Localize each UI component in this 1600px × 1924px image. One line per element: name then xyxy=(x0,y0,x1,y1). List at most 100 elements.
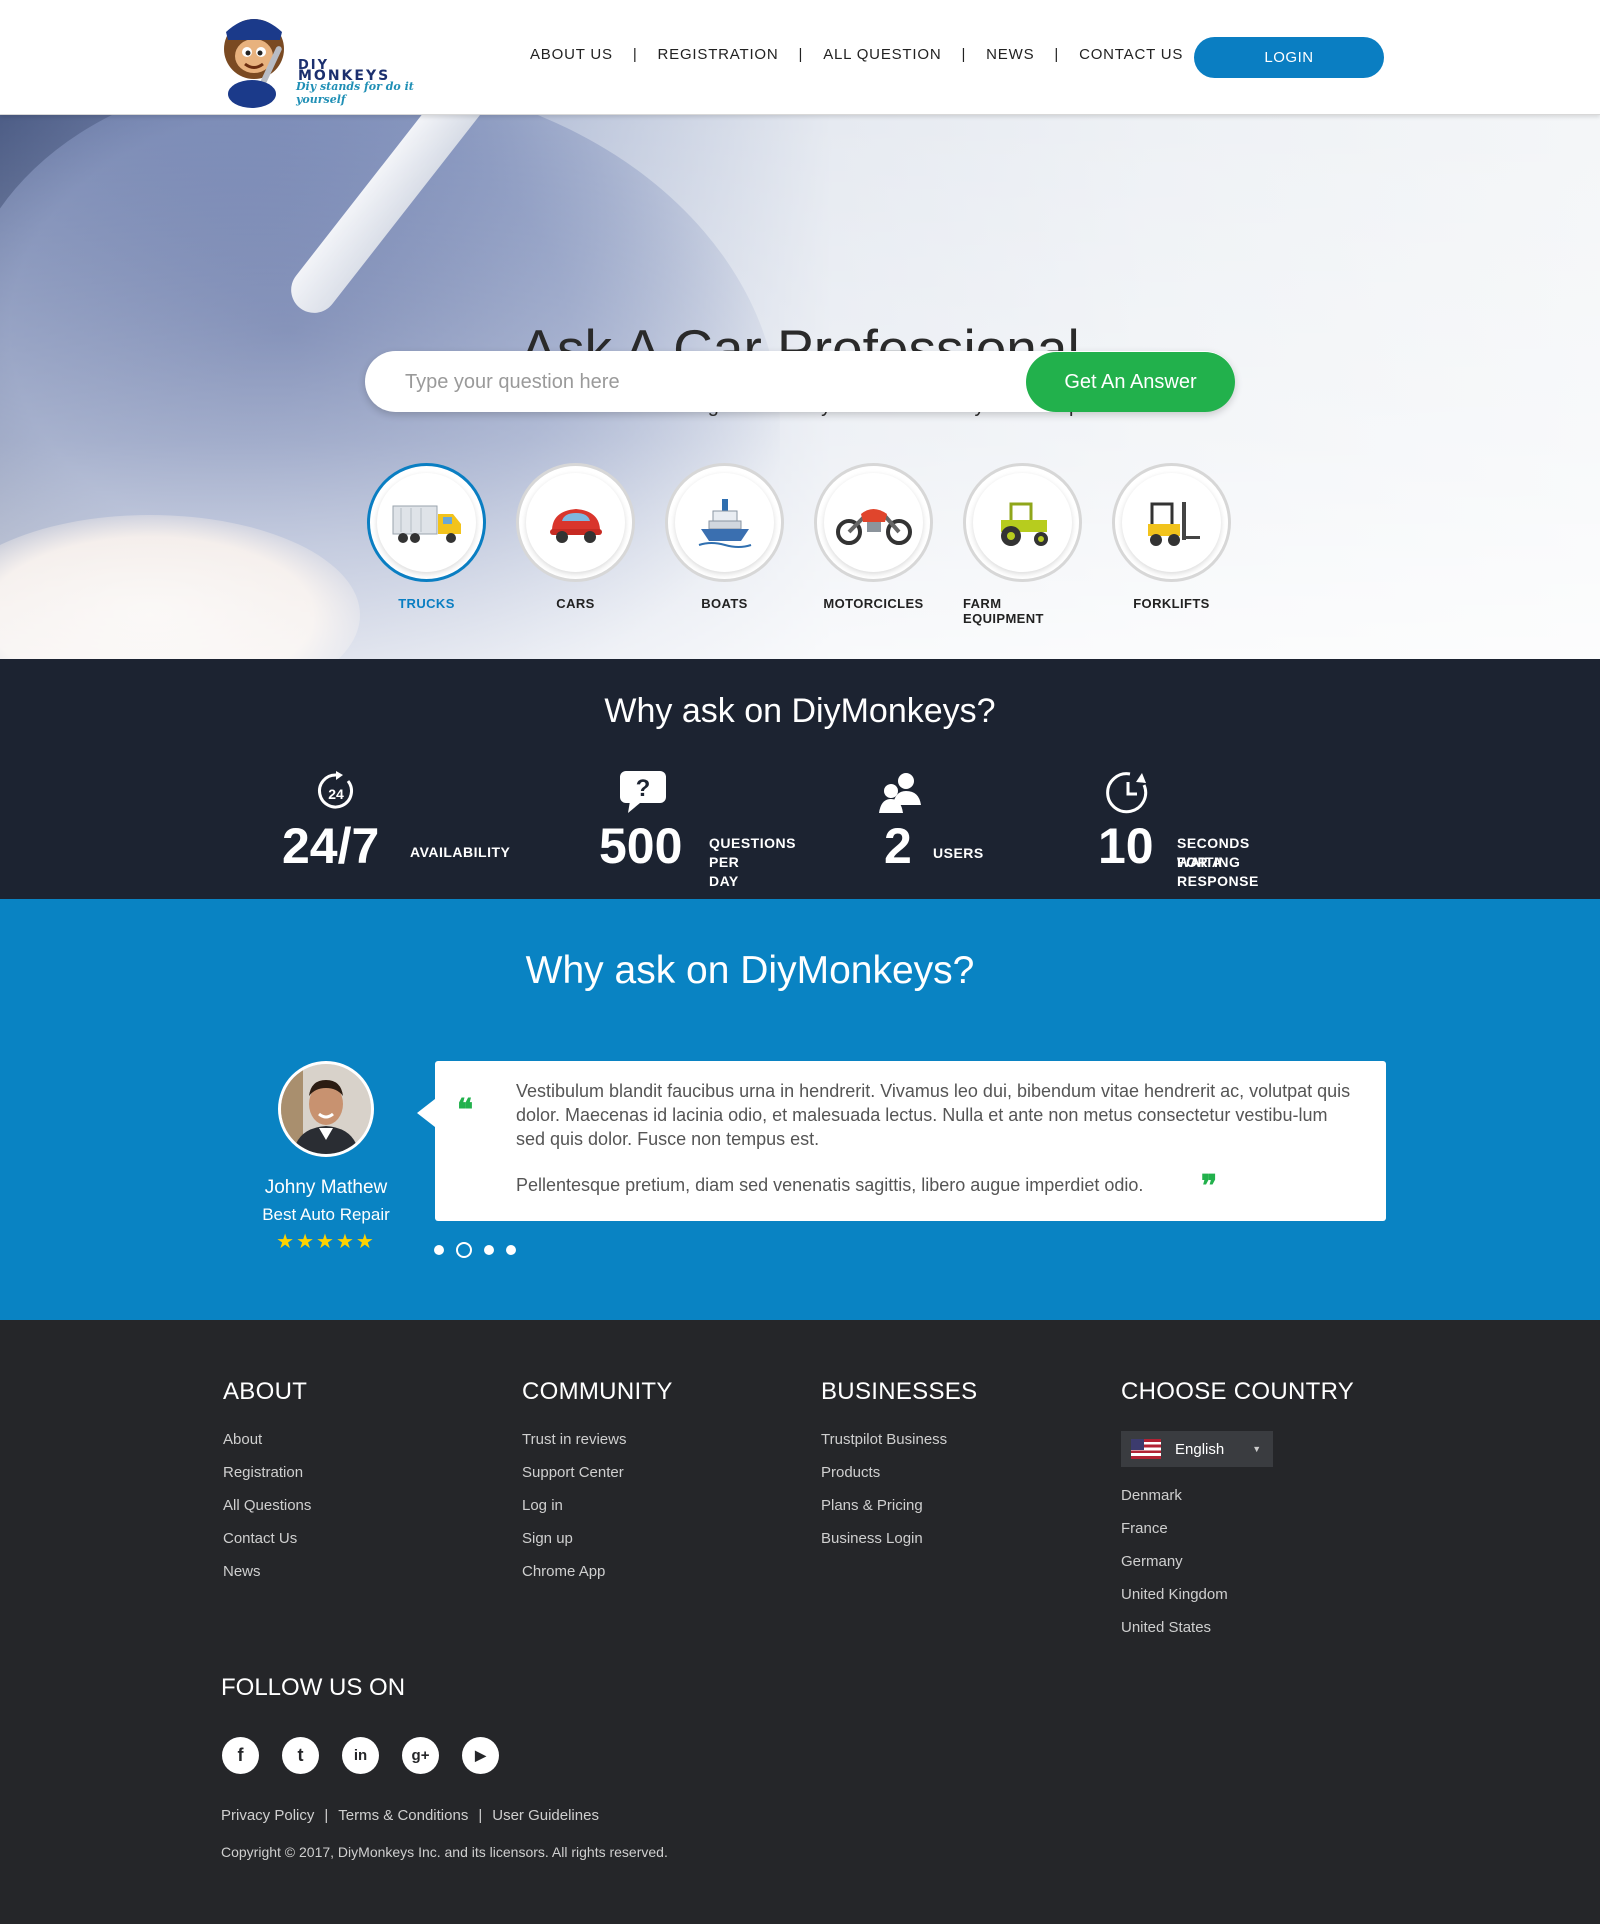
us-flag-icon xyxy=(1131,1439,1161,1459)
footer-link-business-login[interactable]: Business Login xyxy=(821,1530,977,1547)
language-selected: English xyxy=(1175,1440,1225,1458)
boat-icon xyxy=(698,498,751,548)
footer-link-about[interactable]: About xyxy=(223,1431,311,1448)
close-quote-icon: ❞ xyxy=(1201,1169,1218,1204)
site-header: DIY MONKEYS Diy stands for do it yoursel… xyxy=(0,0,1600,115)
legal-links: Privacy Policy | Terms & Conditions | User G… xyxy=(221,1807,599,1824)
question-input[interactable] xyxy=(405,365,1005,399)
login-button[interactable]: LOGIN xyxy=(1194,37,1384,78)
footer-link-contact-us[interactable]: Contact Us xyxy=(223,1530,311,1547)
stats-section: Why ask on DiyMonkeys? 24 24/7 AVAILABIL… xyxy=(0,659,1600,899)
terms-link[interactable]: Terms & Conditions xyxy=(338,1807,468,1824)
footer-heading: ABOUT xyxy=(223,1378,308,1405)
stat-label: FOR A RESPONSE xyxy=(1177,854,1259,889)
footer-link-log-in[interactable]: Log in xyxy=(522,1497,673,1514)
category-label: FARM EQUIPMENT xyxy=(963,596,1044,626)
24-hours-icon: 24 xyxy=(318,771,353,809)
privacy-policy-link[interactable]: Privacy Policy xyxy=(221,1807,314,1824)
category-list: TRUCKS CARS BOATS MOTORCICLES FARM EQUIP… xyxy=(367,463,1261,626)
category-label: FORKLIFTS xyxy=(1133,596,1210,611)
nav-separator: | xyxy=(632,46,638,63)
site-logo[interactable]: DIY MONKEYS Diy stands for do it yoursel… xyxy=(214,4,434,110)
footer-link-news[interactable]: News xyxy=(223,1563,311,1580)
user-guidelines-link[interactable]: User Guidelines xyxy=(492,1807,599,1824)
category-boats[interactable]: BOATS xyxy=(665,463,784,626)
main-nav: ABOUT US | REGISTRATION | ALL QUESTION |… xyxy=(530,46,1183,63)
legal-separator: | xyxy=(324,1807,329,1824)
avatar xyxy=(278,1061,374,1157)
chevron-down-icon: ▼ xyxy=(1252,1444,1262,1454)
stat-number: 24/7 xyxy=(282,818,380,874)
country-option-france[interactable]: France xyxy=(1121,1520,1354,1537)
stats-title: Why ask on DiyMonkeys? xyxy=(604,692,996,730)
carousel-dot[interactable] xyxy=(434,1245,444,1255)
nav-all-question[interactable]: ALL QUESTION xyxy=(823,46,941,63)
star-rating: ★★★★★ xyxy=(276,1231,376,1253)
nav-news[interactable]: NEWS xyxy=(986,46,1034,63)
country-option-united-kingdom[interactable]: United Kingdom xyxy=(1121,1586,1354,1603)
stat-label: AVAILABILITY xyxy=(410,844,511,860)
svg-text:?: ? xyxy=(636,775,651,802)
tractor-icon xyxy=(1000,502,1048,546)
youtube-icon[interactable]: ▶ xyxy=(462,1737,499,1774)
footer-about-column: ABOUT About Registration All Questions C… xyxy=(223,1378,311,1596)
person-photo-icon xyxy=(281,1064,371,1154)
nav-about-us[interactable]: ABOUT US xyxy=(530,46,613,63)
footer-link-sign-up[interactable]: Sign up xyxy=(522,1530,673,1547)
truck-icon xyxy=(392,505,461,543)
category-farm-equipment[interactable]: FARM EQUIPMENT xyxy=(963,463,1082,626)
country-option-denmark[interactable]: Denmark xyxy=(1121,1487,1354,1504)
carousel-dot[interactable] xyxy=(484,1245,494,1255)
footer-link-trust-in-reviews[interactable]: Trust in reviews xyxy=(522,1431,673,1448)
category-trucks[interactable]: TRUCKS xyxy=(367,463,486,626)
testimonial-card: ❝ Vestibulum blandit faucibus urna in he… xyxy=(417,1061,1386,1221)
logo-tagline: Diy stands for do it yourself xyxy=(296,80,414,106)
nav-registration[interactable]: REGISTRATION xyxy=(658,46,779,63)
country-option-germany[interactable]: Germany xyxy=(1121,1553,1354,1570)
testimonials-section: Why ask on DiyMonkeys? Johny Mathew Best… xyxy=(0,899,1600,1320)
footer-link-support-center[interactable]: Support Center xyxy=(522,1464,673,1481)
carousel-dot-active[interactable] xyxy=(456,1242,472,1258)
nav-contact-us[interactable]: CONTACT US xyxy=(1079,46,1183,63)
footer-link-plans-pricing[interactable]: Plans & Pricing xyxy=(821,1497,977,1514)
stat-label: USERS xyxy=(933,845,984,861)
footer-link-products[interactable]: Products xyxy=(821,1464,977,1481)
nav-separator: | xyxy=(798,46,804,63)
monkey-mascot-icon xyxy=(224,19,284,108)
footer-country-column: CHOOSE COUNTRY English ▼ Denmark France … xyxy=(1121,1378,1354,1652)
get-answer-button[interactable]: Get An Answer xyxy=(1026,352,1235,412)
stat-label: QUESTIONS xyxy=(709,835,796,851)
car-icon xyxy=(549,508,602,543)
footer-businesses-column: BUSINESSES Trustpilot Business Products … xyxy=(821,1378,977,1563)
google-plus-icon[interactable]: g+ xyxy=(402,1737,439,1774)
clock-icon xyxy=(1106,772,1148,814)
language-select[interactable]: English ▼ xyxy=(1121,1431,1273,1467)
users-icon xyxy=(879,773,921,813)
stat-number: 500 xyxy=(599,818,683,874)
category-cars[interactable]: CARS xyxy=(516,463,635,626)
stat-number: 2 xyxy=(884,818,912,874)
category-motorcycles[interactable]: MOTORCICLES xyxy=(814,463,933,626)
follow-heading: FOLLOW US ON xyxy=(221,1674,406,1701)
footer-link-chrome-app[interactable]: Chrome App xyxy=(522,1563,673,1580)
category-label: TRUCKS xyxy=(398,596,455,611)
footer-heading: BUSINESSES xyxy=(821,1378,978,1405)
stat-label: PER DAY xyxy=(709,854,740,889)
footer-link-trustpilot-business[interactable]: Trustpilot Business xyxy=(821,1431,977,1448)
footer-link-all-questions[interactable]: All Questions xyxy=(223,1497,311,1514)
testimonial-text-2: Pellentesque pretium, diam sed venenatis… xyxy=(516,1175,1144,1195)
forklift-icon xyxy=(1147,501,1200,546)
facebook-icon[interactable]: f xyxy=(222,1737,259,1774)
footer-link-registration[interactable]: Registration xyxy=(223,1464,311,1481)
carousel-dot[interactable] xyxy=(506,1245,516,1255)
svg-text:24: 24 xyxy=(328,786,344,802)
category-label: CARS xyxy=(556,596,595,611)
twitter-icon[interactable]: t xyxy=(282,1737,319,1774)
category-forklifts[interactable]: FORKLIFTS xyxy=(1112,463,1231,626)
linkedin-icon[interactable]: in xyxy=(342,1737,379,1774)
testimonials-title: Why ask on DiyMonkeys? xyxy=(525,949,975,992)
country-option-united-states[interactable]: United States xyxy=(1121,1619,1354,1636)
footer-heading: COMMUNITY xyxy=(522,1378,673,1405)
question-bubble-icon: ? xyxy=(620,771,666,813)
motorcycle-icon xyxy=(835,508,912,545)
